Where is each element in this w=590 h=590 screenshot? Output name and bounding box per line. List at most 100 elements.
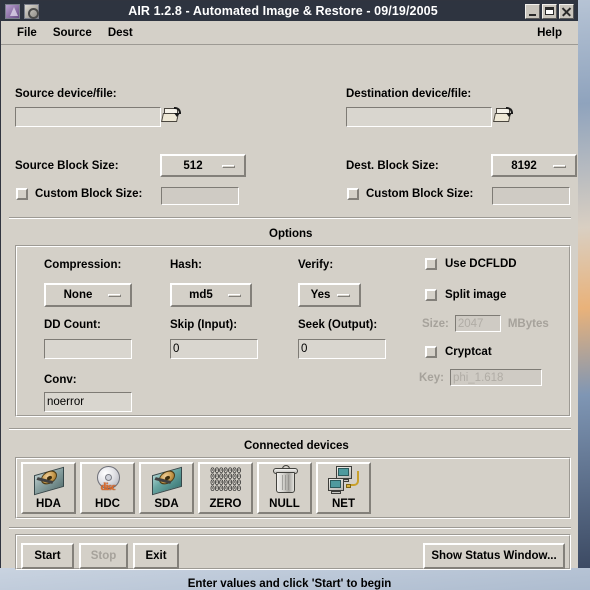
device-button-null[interactable]: NULL	[257, 462, 312, 514]
key-label: Key:	[419, 371, 444, 384]
dest-block-size-value: 8192	[511, 159, 537, 172]
trash-can-icon	[267, 465, 303, 497]
minimize-icon[interactable]	[525, 3, 540, 19]
source-custom-block-checkbox[interactable]	[16, 188, 28, 200]
verify-label: Verify:	[298, 259, 334, 271]
chevron-down-icon	[228, 294, 241, 297]
device-label: NET	[332, 498, 355, 510]
conv-label: Conv:	[44, 374, 77, 386]
close-icon[interactable]	[559, 3, 574, 19]
compression-dropdown[interactable]: None	[44, 283, 132, 307]
device-label: HDC	[95, 498, 120, 510]
hash-value: md5	[189, 289, 213, 301]
verify-dropdown[interactable]: Yes	[298, 283, 361, 307]
cryptcat-row: Cryptcat	[425, 346, 492, 358]
cryptcat-key-row: Key: phi_1.618	[419, 369, 542, 386]
compression-label: Compression:	[44, 259, 122, 271]
compression-value: None	[63, 289, 93, 301]
skip-input[interactable]: 0	[170, 339, 258, 359]
key-input[interactable]: phi_1.618	[449, 369, 542, 386]
device-button-sda[interactable]: SDA	[139, 462, 194, 514]
source-block-size-label: Source Block Size:	[15, 160, 119, 172]
exit-button[interactable]: Exit	[133, 543, 179, 569]
use-dcfldd-row: Use DCFLDD	[425, 258, 517, 270]
cryptcat-label: Cryptcat	[445, 346, 492, 358]
hash-dropdown[interactable]: md5	[170, 283, 252, 307]
window-title: AIR 1.2.8 - Automated Image & Restore - …	[128, 4, 438, 18]
client-area: Source device/file: Source Block Size: 5…	[1, 45, 578, 590]
size-units: MBytes	[507, 317, 549, 330]
options-divider	[9, 217, 571, 219]
size-label: Size:	[422, 317, 449, 330]
dest-block-size-dropdown[interactable]: 8192	[491, 154, 577, 177]
conv-input[interactable]: noerror	[44, 392, 132, 412]
devices-section-title: Connected devices	[244, 440, 349, 452]
options-section-title: Options	[269, 228, 313, 240]
window-titlebar: AIR 1.2.8 - Automated Image & Restore - …	[1, 1, 578, 21]
devices-divider	[9, 428, 571, 430]
dest-device-input[interactable]	[346, 107, 492, 127]
use-dcfldd-checkbox[interactable]	[425, 258, 437, 270]
menu-help[interactable]: Help	[529, 25, 570, 41]
devices-list: HDA disc HDC SDA 0000000 0000000 0000000	[21, 462, 371, 514]
source-custom-block-label: Custom Block Size:	[35, 188, 143, 200]
star-app-icon	[5, 3, 20, 19]
dest-custom-block-input[interactable]	[492, 187, 570, 205]
dest-browse-folder-icon[interactable]	[493, 106, 514, 125]
dd-count-label: DD Count:	[44, 319, 101, 331]
start-button[interactable]: Start	[21, 543, 74, 569]
cryptcat-checkbox[interactable]	[425, 346, 437, 358]
menu-dest[interactable]: Dest	[100, 25, 141, 41]
show-status-window-button[interactable]: Show Status Window...	[423, 543, 565, 569]
source-browse-folder-icon[interactable]	[161, 106, 182, 125]
device-button-hda[interactable]: HDA	[21, 462, 76, 514]
dest-custom-block-row: Custom Block Size:	[347, 188, 473, 200]
menubar: File Source Dest Help	[1, 21, 578, 45]
camera-icon	[24, 3, 39, 19]
device-label: SDA	[154, 498, 179, 510]
zeros-grid-icon: 0000000 0000000 0000000 0000000	[210, 466, 241, 495]
source-custom-block-row: Custom Block Size:	[16, 188, 142, 200]
device-label: NULL	[269, 498, 300, 510]
seek-input[interactable]: 0	[298, 339, 386, 359]
maximize-icon[interactable]	[542, 3, 557, 19]
verify-value: Yes	[310, 289, 331, 301]
dd-count-input[interactable]	[44, 339, 132, 359]
dest-block-size-label: Dest. Block Size:	[346, 160, 439, 172]
dest-device-label: Destination device/file:	[346, 88, 472, 100]
window-controls	[525, 3, 574, 19]
hash-label: Hash:	[170, 259, 202, 271]
source-custom-block-input[interactable]	[161, 187, 239, 205]
device-button-zero[interactable]: 0000000 0000000 0000000 0000000 ZERO	[198, 462, 253, 514]
dest-custom-block-checkbox[interactable]	[347, 188, 359, 200]
menu-file[interactable]: File	[9, 25, 45, 41]
use-dcfldd-label: Use DCFLDD	[445, 258, 517, 270]
skip-label: Skip (Input):	[170, 319, 238, 331]
device-button-hdc[interactable]: disc HDC	[80, 462, 135, 514]
split-size-row: Size: 2047 MBytes	[422, 315, 549, 332]
chevron-down-icon	[553, 164, 566, 168]
stop-button[interactable]: Stop	[79, 543, 128, 569]
chevron-down-icon	[222, 164, 235, 168]
scsi-disk-icon	[149, 465, 185, 497]
chevron-down-icon	[108, 294, 121, 297]
source-device-label: Source device/file:	[15, 88, 117, 100]
device-button-net[interactable]: NET	[316, 462, 371, 514]
seek-label: Seek (Output):	[298, 319, 378, 331]
split-image-label: Split image	[445, 289, 507, 301]
chevron-down-icon	[337, 294, 350, 297]
actions-divider	[9, 527, 571, 529]
source-device-input[interactable]	[15, 107, 161, 127]
split-image-checkbox[interactable]	[425, 289, 437, 301]
dest-custom-block-label: Custom Block Size:	[366, 188, 474, 200]
size-input[interactable]: 2047	[454, 315, 501, 332]
source-block-size-value: 512	[183, 159, 203, 172]
status-message: Enter values and click 'Start' to begin	[187, 578, 392, 590]
air-application-window: AIR 1.2.8 - Automated Image & Restore - …	[0, 0, 578, 590]
split-image-row: Split image	[425, 289, 506, 301]
source-block-size-dropdown[interactable]: 512	[160, 154, 246, 177]
device-label: HDA	[36, 498, 61, 510]
hard-disk-icon	[31, 465, 67, 497]
menu-source[interactable]: Source	[45, 25, 100, 41]
network-computers-icon	[326, 465, 362, 497]
